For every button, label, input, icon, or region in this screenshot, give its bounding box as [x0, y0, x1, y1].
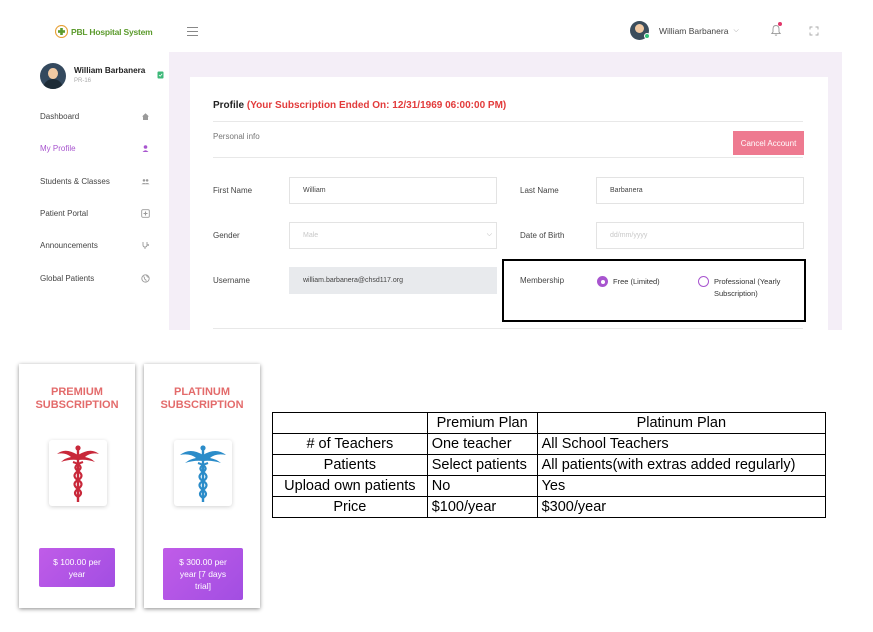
notification-dot — [778, 22, 782, 26]
avatar — [40, 63, 66, 89]
page-title-text: Profile — [213, 100, 245, 111]
table-cell: One teacher — [426, 433, 538, 455]
user-icon — [141, 144, 150, 153]
app-logo-text: PBL Hospital System — [71, 26, 153, 37]
first-name-field[interactable]: William — [289, 177, 497, 204]
home-icon — [141, 112, 150, 121]
membership-option-label: Free (Limited) — [613, 277, 660, 286]
subscription-title: PLATINUM SUBSCRIPTION — [160, 386, 244, 411]
medical-plus-icon — [141, 208, 150, 218]
section-label: Personal info — [213, 132, 260, 141]
dob-label: Date of Birth — [520, 231, 565, 240]
sidebar-item-label: Global Patients — [40, 273, 95, 283]
table-cell: All School Teachers — [536, 433, 827, 455]
app-logo[interactable]: PBL Hospital System — [55, 25, 153, 38]
user-menu-name: William Barbanera — [659, 25, 729, 36]
sidebar-profile-name: William Barbanera — [74, 66, 146, 75]
last-name-field[interactable]: Barbanera — [596, 177, 804, 204]
globe-icon — [141, 273, 150, 283]
gender-select-value: Male — [303, 232, 319, 239]
table-header-cell: Premium Plan — [426, 412, 538, 434]
sidebar-item-label: Patient Portal — [40, 208, 89, 218]
table-row-label: Patients — [272, 454, 428, 476]
table-cell: No — [426, 475, 538, 497]
table-cell: Yes — [536, 475, 827, 497]
cancel-account-button[interactable]: Cancel Account — [733, 131, 804, 155]
sidebar-item-patient-portal[interactable]: Patient Portal — [40, 204, 150, 222]
sidebar-item-label: Students & Classes — [40, 176, 110, 186]
membership-label: Membership — [520, 276, 565, 285]
sidebar-item-label: My Profile — [40, 143, 76, 153]
subscription-ended-notice: (Your Subscription Ended On: 12/31/1969 … — [246, 100, 507, 111]
sidebar-item-students-classes[interactable]: Students & Classes — [40, 172, 150, 190]
sidebar-item-dashboard[interactable]: Dashboard — [40, 107, 150, 125]
username-field: william.barbanera@chsd117.org — [289, 267, 497, 294]
table-row: # of Teachers One teacher All School Tea… — [272, 433, 827, 455]
users-icon — [141, 177, 150, 186]
sidebar-item-label: Dashboard — [40, 111, 80, 121]
table-row-label: Upload own patients — [272, 475, 428, 497]
divider — [213, 157, 803, 158]
table-cell: $300/year — [536, 496, 827, 518]
online-status-dot — [644, 33, 650, 39]
fullscreen-icon[interactable] — [809, 26, 819, 36]
top-bar: PBL Hospital System William Barbanera ⌵ — [0, 0, 873, 60]
table-row: Price $100/year $300/year — [272, 496, 827, 518]
table-row-label: # of Teachers — [272, 433, 428, 455]
sidebar-item-label: Announcements — [40, 240, 98, 250]
sidebar-item-global-patients[interactable]: Global Patients — [40, 269, 150, 287]
table-header-row: Premium Plan Platinum Plan — [272, 412, 827, 434]
plan-comparison-table: Premium Plan Platinum Plan # of Teachers… — [272, 412, 827, 518]
membership-option-label: Professional (Yearly Subscription) — [714, 277, 781, 298]
gender-label: Gender — [213, 231, 240, 240]
page-title: Profile (Your Subscription Ended On: 12/… — [213, 100, 506, 111]
dob-field[interactable]: dd/mm/yyyy — [596, 222, 804, 249]
table-cell: $100/year — [426, 496, 538, 518]
platinum-subscription-card[interactable]: PLATINUM SUBSCRIPTION $ 300.00 per year … — [144, 364, 260, 608]
subscription-title: PREMIUM SUBSCRIPTION — [35, 386, 119, 411]
platinum-price-button[interactable]: $ 300.00 per year [7 days trial] — [163, 548, 243, 600]
premium-price-button[interactable]: $ 100.00 per year — [39, 548, 115, 587]
sidebar: William Barbanera PR-16 Dashboard My Pro… — [30, 55, 164, 335]
table-row: Patients Select patients All patients(wi… — [272, 454, 827, 476]
gender-select[interactable]: Male ⌵ — [289, 222, 497, 249]
membership-option-professional[interactable]: Professional (Yearly Subscription) — [698, 276, 798, 300]
last-name-label: Last Name — [520, 186, 559, 195]
sidebar-item-announcements[interactable]: Announcements — [40, 236, 150, 254]
radio-checked-icon — [597, 276, 608, 287]
radio-unchecked-icon — [698, 276, 709, 287]
username-label: Username — [213, 276, 250, 285]
caduceus-blue-icon — [174, 440, 232, 506]
sidebar-profile-id: PR-16 — [74, 78, 92, 84]
table-row-label: Price — [272, 496, 428, 518]
premium-subscription-card[interactable]: PREMIUM SUBSCRIPTION $ 100.00 per year — [19, 364, 135, 608]
table-cell: Select patients — [426, 454, 538, 476]
caduceus-red-icon — [49, 440, 107, 506]
stethoscope-icon — [141, 241, 150, 250]
sidebar-profile[interactable]: William Barbanera PR-16 — [40, 63, 170, 93]
verified-badge-icon — [157, 71, 164, 79]
table-header-cell — [272, 412, 428, 434]
hospital-logo-icon — [55, 25, 68, 38]
menu-toggle-icon[interactable] — [187, 27, 198, 36]
table-cell: All patients(with extras added regularly… — [536, 454, 827, 476]
chevron-down-icon: ⌵ — [733, 26, 739, 34]
chevron-down-icon: ⌵ — [486, 231, 492, 238]
sidebar-item-my-profile[interactable]: My Profile — [40, 139, 150, 157]
divider — [213, 121, 803, 122]
first-name-label: First Name — [213, 186, 253, 195]
divider — [213, 328, 803, 329]
table-row: Upload own patients No Yes — [272, 475, 827, 497]
table-header-cell: Platinum Plan — [536, 412, 827, 434]
membership-option-free[interactable]: Free (Limited) — [597, 276, 660, 288]
